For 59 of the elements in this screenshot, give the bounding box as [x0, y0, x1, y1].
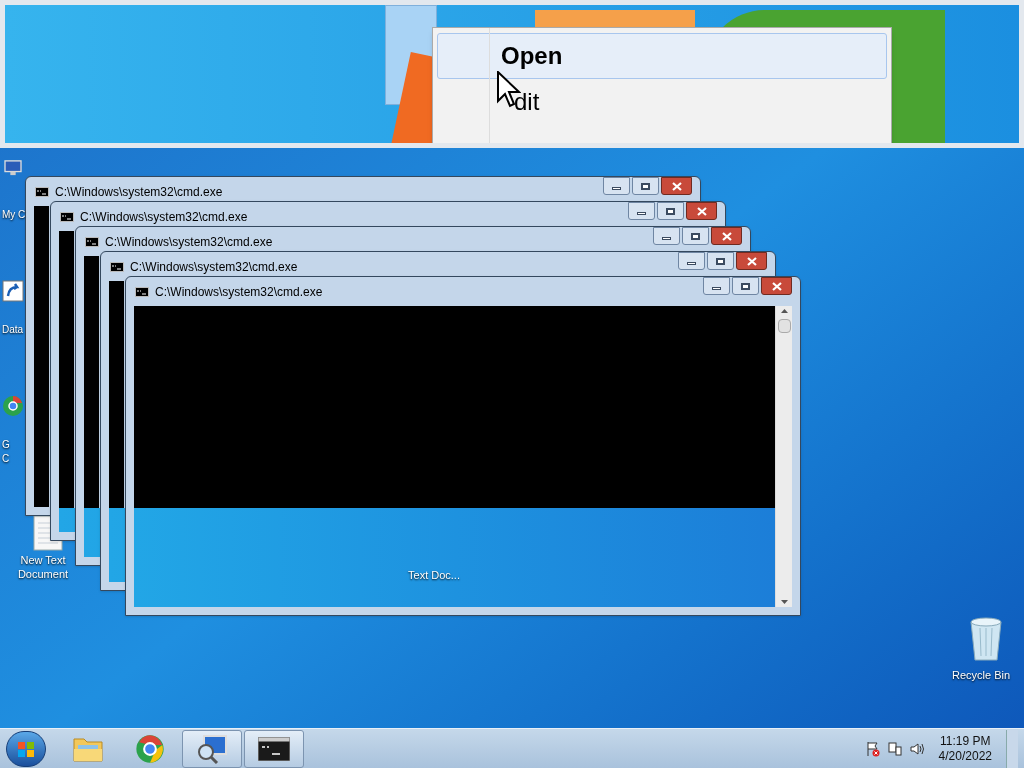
- start-button[interactable]: [6, 730, 46, 767]
- magnifier-icon: [196, 733, 228, 764]
- window-title: C:\Windows\system32\cmd.exe: [105, 233, 273, 251]
- window-title: C:\Windows\system32\cmd.exe: [80, 208, 248, 226]
- scroll-down-icon[interactable]: [780, 600, 788, 604]
- window-title: C:\Windows\system32\cmd.exe: [55, 183, 223, 201]
- close-button[interactable]: [686, 202, 717, 220]
- close-button[interactable]: [711, 227, 742, 245]
- console-icon: [258, 736, 290, 761]
- minimize-button[interactable]: [603, 177, 630, 195]
- icon-label: G C: [2, 438, 11, 466]
- minimize-button[interactable]: [678, 252, 705, 270]
- taskbar-button[interactable]: [182, 729, 242, 768]
- maximize-button[interactable]: [707, 252, 734, 270]
- close-button[interactable]: [661, 177, 692, 195]
- scrollbar[interactable]: [775, 306, 792, 607]
- close-icon: [746, 256, 757, 266]
- close-icon: [671, 181, 682, 191]
- recycle-bin-icon[interactable]: [968, 616, 1004, 662]
- window-title: C:\Windows\system32\cmd.exe: [155, 283, 323, 301]
- clock-date: 4/20/2022: [938, 748, 992, 764]
- console-icon: [110, 261, 124, 272]
- clock[interactable]: 11:19 PM 4/20/2022: [930, 733, 1000, 764]
- icon-label: New Text Document: [16, 553, 70, 581]
- icon-label: Recycle Bin: [950, 668, 1012, 682]
- shortcut-icon[interactable]: [2, 280, 24, 302]
- maximize-button[interactable]: [657, 202, 684, 220]
- close-icon: [771, 281, 782, 291]
- maximize-button[interactable]: [632, 177, 659, 195]
- close-button[interactable]: [761, 277, 792, 295]
- windows-logo-icon: [17, 739, 35, 758]
- minimize-button[interactable]: [653, 227, 680, 245]
- icon-label: My C: [2, 208, 26, 222]
- scroll-up-icon[interactable]: [780, 309, 788, 313]
- minimize-button[interactable]: [628, 202, 655, 220]
- computer-icon[interactable]: [2, 160, 24, 176]
- clock-time: 11:19 PM: [940, 733, 991, 749]
- menu-item[interactable]: Open: [437, 33, 887, 79]
- close-button[interactable]: [736, 252, 767, 270]
- scroll-thumb[interactable]: [777, 319, 791, 333]
- icon-label: Data: [2, 323, 25, 337]
- chrome-icon[interactable]: [2, 395, 24, 417]
- window-title: C:\Windows\system32\cmd.exe: [130, 258, 298, 276]
- icon-label: Text Doc...: [407, 568, 461, 582]
- speaker-icon[interactable]: [908, 740, 925, 757]
- taskbar-button[interactable]: [244, 729, 304, 768]
- maximize-button[interactable]: [732, 277, 759, 295]
- console-icon: [35, 186, 49, 197]
- minimize-button[interactable]: [703, 277, 730, 295]
- network-icon[interactable]: [886, 740, 903, 757]
- flag-icon[interactable]: [864, 740, 881, 757]
- console-icon: [60, 211, 74, 222]
- console-icon: [85, 236, 99, 247]
- close-icon: [696, 206, 707, 216]
- menu-item[interactable]: dit: [437, 79, 887, 125]
- maximize-button[interactable]: [682, 227, 709, 245]
- chrome-icon: [135, 733, 165, 764]
- console-icon: [135, 286, 149, 297]
- close-icon: [721, 231, 732, 241]
